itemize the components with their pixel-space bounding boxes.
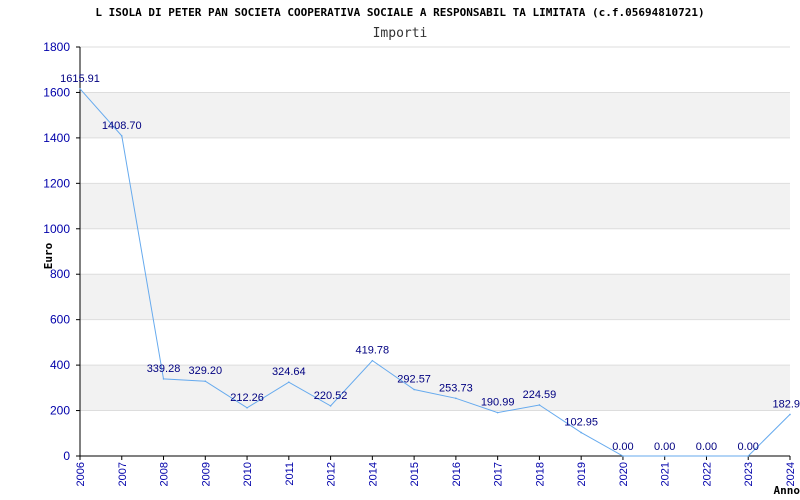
data-point [538, 404, 541, 406]
data-label: 339.28 [147, 363, 181, 375]
y-tick-label: 1200 [43, 176, 70, 190]
data-label: 419.78 [356, 345, 390, 357]
data-label: 0.00 [738, 441, 759, 453]
data-point [329, 405, 332, 407]
y-tick-label: 1800 [43, 40, 70, 54]
y-tick-label: 400 [50, 358, 70, 372]
data-point [580, 431, 582, 434]
data-point [79, 88, 81, 90]
data-label: 224.59 [523, 389, 557, 401]
data-point [455, 397, 457, 400]
x-tick-label: 2014 [367, 462, 379, 486]
data-point [663, 455, 666, 457]
x-tick-label: 2008 [159, 462, 171, 486]
x-tick-label: 2023 [743, 462, 755, 486]
data-point [371, 359, 374, 362]
y-tick-label: 1400 [43, 131, 70, 145]
x-axis-ticks: 2006 2007 2008 2009 2010 2011 2012 2014 2015 2016… [75, 456, 797, 486]
x-tick-label: 2017 [493, 462, 505, 486]
x-tick-label: 2018 [534, 462, 546, 486]
importi-line-chart: L ISOLA DI PETER PAN SOCIETA COOPERATIVA… [42, 6, 800, 497]
chart-subtitle: Importi [373, 26, 428, 41]
x-tick-label: 2012 [326, 462, 338, 486]
data-label: 1408.70 [102, 120, 142, 132]
grid-band [80, 183, 790, 229]
data-label: 0.00 [654, 441, 675, 453]
x-tick-label: 2016 [451, 462, 463, 486]
data-label: 0.00 [612, 441, 633, 453]
data-label: 190.99 [481, 397, 515, 409]
grid-band [80, 274, 790, 320]
chart-main-title: L ISOLA DI PETER PAN SOCIETA COOPERATIVA… [95, 6, 704, 19]
data-label: 324.64 [272, 366, 306, 378]
data-label: 329.20 [188, 365, 222, 377]
y-axis-label: Euro [42, 242, 55, 269]
data-label: 212.26 [230, 392, 264, 404]
data-label: 1615.91 [60, 73, 100, 85]
data-point [413, 388, 415, 391]
data-point [747, 455, 750, 457]
x-tick-label: 2024 [785, 462, 797, 486]
data-label: 292.57 [397, 374, 431, 386]
data-label: 0.00 [696, 441, 717, 453]
data-point [288, 381, 290, 384]
x-tick-label: 2006 [75, 462, 87, 486]
x-tick-label: 2019 [576, 462, 588, 486]
data-point [705, 455, 708, 457]
data-label: 253.73 [439, 382, 473, 394]
y-tick-label: 0 [63, 449, 70, 463]
x-axis-label: Anno [774, 484, 800, 497]
x-tick-label: 2021 [660, 462, 672, 486]
y-tick-label: 200 [50, 404, 70, 418]
y-tick-label: 1600 [43, 85, 70, 99]
x-tick-label: 2020 [618, 462, 630, 486]
data-point [789, 413, 791, 416]
x-tick-label: 2022 [701, 462, 713, 486]
data-label: 220.52 [314, 390, 348, 402]
x-tick-label: 2009 [200, 462, 212, 486]
x-tick-label: 2010 [242, 462, 254, 486]
x-tick-label: 2015 [409, 462, 421, 486]
data-point [120, 135, 123, 137]
data-point [622, 455, 624, 457]
data-label: 102.95 [564, 417, 598, 429]
grid-band [80, 92, 790, 138]
grid-band [80, 365, 790, 411]
y-tick-label: 1000 [43, 222, 70, 236]
data-point [204, 380, 207, 382]
x-tick-label: 2011 [284, 462, 296, 486]
data-point [162, 378, 165, 380]
grid-bands [80, 92, 790, 411]
data-point [496, 411, 499, 414]
data-label: 182.9 [772, 398, 800, 410]
y-tick-label: 600 [50, 313, 70, 327]
x-tick-label: 2007 [117, 462, 129, 486]
data-point [246, 406, 248, 409]
